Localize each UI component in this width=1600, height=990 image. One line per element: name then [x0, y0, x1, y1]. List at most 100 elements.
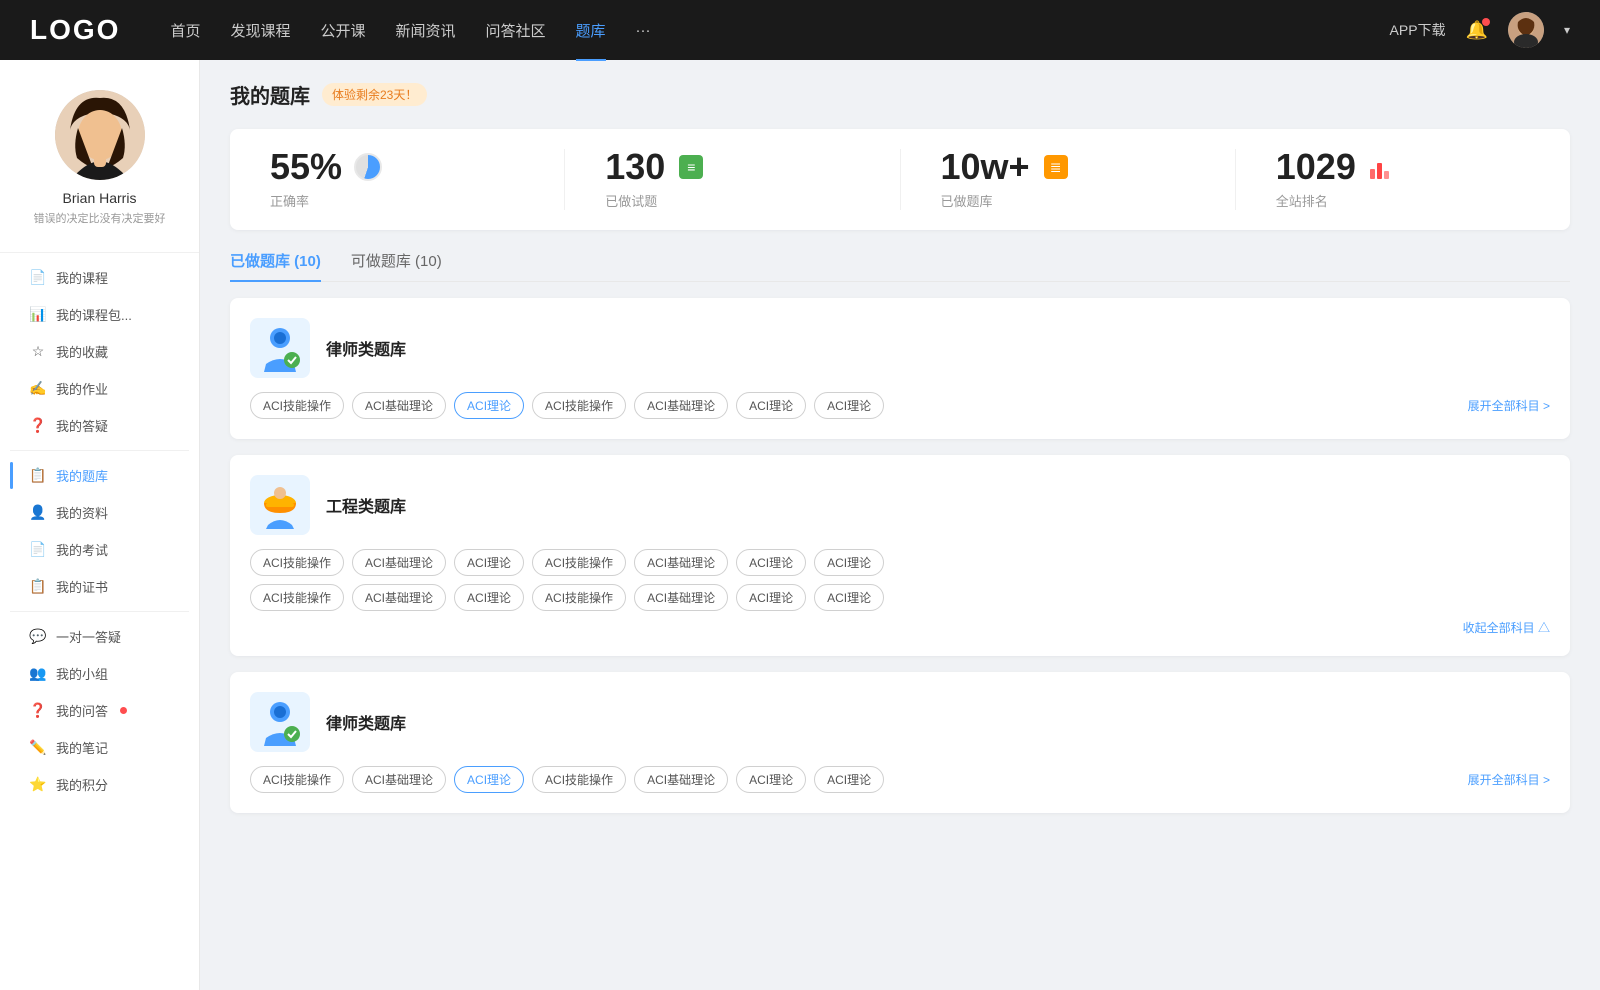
sidebar-item-favorites[interactable]: ☆ 我的收藏 [10, 333, 189, 370]
eng-tag-8[interactable]: ACI基础理论 [352, 584, 446, 611]
sidebar-item-certificate[interactable]: 📋 我的证书 [10, 568, 189, 605]
l2-tag-3[interactable]: ACI技能操作 [532, 766, 626, 793]
tag-4[interactable]: ACI基础理论 [634, 392, 728, 419]
tag-0[interactable]: ACI技能操作 [250, 392, 344, 419]
stat-ranking-top: 1029 [1276, 149, 1398, 185]
tag-1[interactable]: ACI基础理论 [352, 392, 446, 419]
sidebar-item-homework[interactable]: ✍ 我的作业 [10, 370, 189, 407]
logo: LOGO [30, 14, 120, 46]
collapse-link[interactable]: 收起全部科目 △ [250, 619, 1550, 636]
eng-tag-3[interactable]: ACI技能操作 [532, 549, 626, 576]
nav-question-bank[interactable]: 题库 [576, 20, 606, 41]
main-layout: Brian Harris 错误的决定比没有决定要好 📄 我的课程 📊 我的课程包… [0, 60, 1600, 990]
sidebar-item-notes[interactable]: ✏️ 我的笔记 [10, 729, 189, 766]
l2-tag-5[interactable]: ACI理论 [736, 766, 806, 793]
tabs-row: 已做题库 (10) 可做题库 (10) [230, 250, 1570, 282]
bank-card-engineer-header: 工程类题库 [250, 475, 1550, 535]
tag-2[interactable]: ACI理论 [454, 392, 524, 419]
done-banks-icon: ≣ [1040, 151, 1072, 183]
eng-tag-9[interactable]: ACI理论 [454, 584, 524, 611]
done-questions-value: 130 [605, 149, 665, 185]
bank-card-lawyer-1-header: 律师类题库 [250, 318, 1550, 378]
tag-3[interactable]: ACI技能操作 [532, 392, 626, 419]
one-on-one-icon: 💬 [30, 629, 46, 645]
ranking-label: 全站排名 [1276, 191, 1328, 210]
nav-qa[interactable]: 问答社区 [486, 20, 546, 41]
lawyer-2-bank-icon [250, 692, 310, 752]
my-group-icon: 👥 [30, 666, 46, 682]
course-package-icon: 📊 [30, 307, 46, 323]
l2-tag-2[interactable]: ACI理论 [454, 766, 524, 793]
eng-tag-13[interactable]: ACI理论 [814, 584, 884, 611]
sidebar-item-my-group[interactable]: 👥 我的小组 [10, 655, 189, 692]
l2-tag-4[interactable]: ACI基础理论 [634, 766, 728, 793]
sidebar-avatar [55, 90, 145, 180]
eng-tag-0[interactable]: ACI技能操作 [250, 549, 344, 576]
sidebar-item-my-data[interactable]: 👤 我的资料 [10, 494, 189, 531]
tab-done-banks[interactable]: 已做题库 (10) [230, 250, 321, 281]
accuracy-icon [352, 151, 384, 183]
eng-tag-12[interactable]: ACI理论 [736, 584, 806, 611]
bar-chart-icon [1370, 155, 1394, 179]
l2-tag-0[interactable]: ACI技能操作 [250, 766, 344, 793]
bank-card-lawyer-2-tags: ACI技能操作 ACI基础理论 ACI理论 ACI技能操作 ACI基础理论 AC… [250, 766, 1550, 793]
tab-available-banks[interactable]: 可做题库 (10) [351, 250, 442, 281]
stat-done-banks: 10w+ ≣ 已做题库 [901, 149, 1236, 210]
done-banks-value: 10w+ [941, 149, 1030, 185]
bank-card-engineer-tags-row1: ACI技能操作 ACI基础理论 ACI理论 ACI技能操作 ACI基础理论 AC… [250, 549, 1550, 576]
bank-card-engineer-title: 工程类题库 [326, 493, 406, 517]
notification-bell[interactable]: 🔔 [1466, 20, 1488, 41]
bank-card-lawyer-2-title: 律师类题库 [326, 710, 406, 734]
tag-6[interactable]: ACI理论 [814, 392, 884, 419]
stat-accuracy-top: 55% [270, 149, 384, 185]
l2-tag-1[interactable]: ACI基础理论 [352, 766, 446, 793]
eng-tag-10[interactable]: ACI技能操作 [532, 584, 626, 611]
user-avatar-nav[interactable] [1508, 12, 1544, 48]
engineer-bank-icon [250, 475, 310, 535]
nav-home[interactable]: 首页 [170, 20, 200, 41]
sidebar-item-my-course[interactable]: 📄 我的课程 [10, 259, 189, 296]
sidebar-divider-top [0, 252, 199, 253]
ranking-icon [1366, 151, 1398, 183]
nav-discover[interactable]: 发现课程 [230, 20, 290, 41]
navbar: LOGO 首页 发现课程 公开课 新闻资讯 问答社区 题库 ··· APP下载 … [0, 0, 1600, 60]
stat-done-banks-top: 10w+ ≣ [941, 149, 1072, 185]
l2-tag-6[interactable]: ACI理论 [814, 766, 884, 793]
my-data-icon: 👤 [30, 505, 46, 521]
app-download-link[interactable]: APP下载 [1390, 20, 1446, 40]
expand-link-3[interactable]: 展开全部科目 > [1468, 771, 1550, 788]
sidebar-item-course-package[interactable]: 📊 我的课程包... [10, 296, 189, 333]
sidebar-item-my-questions[interactable]: ❓ 我的问答 [10, 692, 189, 729]
favorites-icon: ☆ [30, 344, 46, 360]
sidebar: Brian Harris 错误的决定比没有决定要好 📄 我的课程 📊 我的课程包… [0, 60, 200, 990]
notification-dot [1482, 18, 1490, 26]
sidebar-item-question-bank[interactable]: 📋 我的题库 [10, 457, 189, 494]
questions-red-dot [120, 707, 127, 714]
tag-5[interactable]: ACI理论 [736, 392, 806, 419]
sidebar-item-my-exam[interactable]: 📄 我的考试 [10, 531, 189, 568]
eng-tag-7[interactable]: ACI技能操作 [250, 584, 344, 611]
bank-card-lawyer-2: 律师类题库 ACI技能操作 ACI基础理论 ACI理论 ACI技能操作 ACI基… [230, 672, 1570, 813]
eng-tag-1[interactable]: ACI基础理论 [352, 549, 446, 576]
sidebar-item-points[interactable]: ⭐ 我的积分 [10, 766, 189, 803]
nav-menu: 首页 发现课程 公开课 新闻资讯 问答社区 题库 ··· [170, 20, 1389, 41]
question-bank-icon: 📋 [30, 468, 46, 484]
lawyer-bank-icon [250, 318, 310, 378]
stats-row: 55% 正确率 130 ≡ 已做试题 10w+ [230, 129, 1570, 230]
nav-more[interactable]: ··· [636, 22, 651, 39]
expand-link-1[interactable]: 展开全部科目 > [1468, 397, 1550, 414]
notes-icon: ✏️ [30, 740, 46, 756]
sidebar-motto: 错误的决定比没有决定要好 [24, 210, 176, 226]
nav-open-course[interactable]: 公开课 [320, 20, 365, 41]
certificate-icon: 📋 [30, 579, 46, 595]
nav-news[interactable]: 新闻资讯 [396, 20, 456, 41]
sidebar-item-one-on-one[interactable]: 💬 一对一答疑 [10, 618, 189, 655]
eng-tag-5[interactable]: ACI理论 [736, 549, 806, 576]
eng-tag-4[interactable]: ACI基础理论 [634, 549, 728, 576]
sidebar-item-my-qa[interactable]: ❓ 我的答疑 [10, 407, 189, 444]
eng-tag-11[interactable]: ACI基础理论 [634, 584, 728, 611]
eng-tag-2[interactable]: ACI理论 [454, 549, 524, 576]
user-menu-chevron[interactable]: ▾ [1564, 23, 1570, 37]
eng-tag-6[interactable]: ACI理论 [814, 549, 884, 576]
list-icon: ≣ [1044, 155, 1068, 179]
